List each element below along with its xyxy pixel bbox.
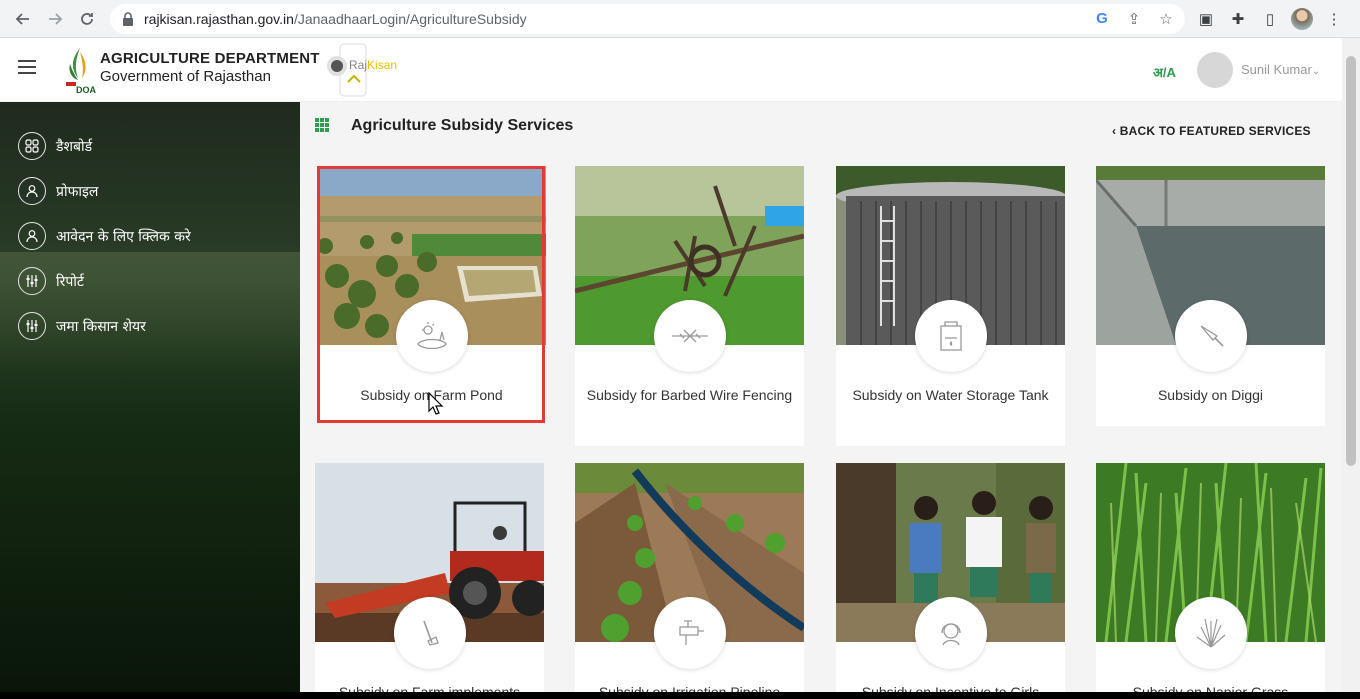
- girl-icon: [915, 597, 987, 669]
- user-avatar[interactable]: [1197, 52, 1233, 88]
- page-title: Agriculture Subsidy Services: [351, 117, 574, 134]
- reload-icon[interactable]: [72, 4, 102, 34]
- user-icon: [18, 222, 46, 250]
- bottom-edge: [0, 692, 1360, 699]
- sidebar-item-label: डैशबोर्ड: [56, 138, 93, 155]
- side-panel-icon[interactable]: ▯: [1259, 8, 1281, 30]
- service-card-diggi[interactable]: Subsidy on Diggi: [1096, 166, 1325, 426]
- google-icon[interactable]: G: [1093, 10, 1111, 28]
- chevron-down-icon: ⌄: [1311, 66, 1321, 77]
- language-toggle[interactable]: अ/A: [1153, 63, 1176, 81]
- sidebar-item-profile[interactable]: प्रोफाइल: [18, 177, 98, 205]
- browser-toolbar: rajkisan.rajasthan.gov.in/JanaadhaarLogi…: [0, 0, 1360, 38]
- trowel-icon: [1175, 300, 1247, 372]
- scrollbar-thumb[interactable]: [1346, 56, 1356, 466]
- rajkisan-wordmark: RajKisan: [349, 58, 398, 72]
- lock-icon: [123, 12, 133, 26]
- extensions-puzzle-icon[interactable]: ✚: [1227, 8, 1249, 30]
- sliders-icon: [18, 312, 46, 340]
- service-card-irrigation-pipeline[interactable]: Subsidy on Irrigation Pipeline: [575, 463, 804, 692]
- water-tank-icon: [915, 300, 987, 372]
- back-arrow-icon[interactable]: [8, 4, 38, 34]
- selection-highlight: [317, 166, 545, 423]
- service-card-title: Subsidy on Water Storage Tank: [852, 387, 1049, 403]
- address-bar[interactable]: rajkisan.rajasthan.gov.in/JanaadhaarLogi…: [110, 4, 1185, 34]
- barbed-wire-icon: [654, 300, 726, 372]
- sidebar-item-report[interactable]: रिपोर्ट: [18, 267, 84, 295]
- service-card-title: Subsidy on Diggi: [1157, 387, 1264, 403]
- service-card-title: Subsidy on Napier Grass: [1132, 684, 1289, 692]
- sidebar-item-apply[interactable]: आवेदन के लिए क्लिक करे: [18, 222, 191, 250]
- hoe-icon: [394, 597, 466, 669]
- sidebar-item-label: आवेदन के लिए क्लिक करे: [56, 228, 191, 245]
- grass-icon: [1175, 597, 1247, 669]
- dashboard-icon: [18, 132, 46, 160]
- service-card-incentive-girls[interactable]: Subsidy on Incentive to Girls: [836, 463, 1065, 692]
- sidebar-item-label: जमा किसान शेयर: [56, 318, 146, 335]
- sliders-icon: [18, 267, 46, 295]
- extension-screen-icon[interactable]: ▣: [1195, 8, 1217, 30]
- pipe-tap-icon: [654, 597, 726, 669]
- user-icon: [18, 177, 46, 205]
- service-card-napier-grass[interactable]: Subsidy on Napier Grass: [1096, 463, 1325, 692]
- main-content: Agriculture Subsidy Services ‹ BACK TO F…: [300, 102, 1342, 692]
- url-text: rajkisan.rajasthan.gov.in/JanaadhaarLogi…: [144, 11, 527, 27]
- site-header: DOA AGRICULTURE DEPARTMENT Government of…: [0, 38, 1342, 102]
- sidebar-item-label: रिपोर्ट: [56, 273, 84, 290]
- svg-text:DOA: DOA: [76, 85, 97, 95]
- sidebar-item-label: प्रोफाइल: [56, 183, 99, 200]
- sidebar: डैशबोर्ड प्रोफाइल आवेदन के लिए क्लिक करे…: [0, 102, 300, 692]
- service-card-title: Subsidy on Irrigation Pipeline: [598, 684, 781, 692]
- mouse-cursor-icon: [428, 392, 444, 415]
- service-card-title: Subsidy on Incentive to Girls: [861, 684, 1040, 692]
- forward-arrow-icon[interactable]: [40, 4, 70, 34]
- hamburger-menu-icon[interactable]: [18, 60, 36, 74]
- back-to-featured-services-link[interactable]: ‹ BACK TO FEATURED SERVICES: [1112, 124, 1311, 138]
- sidebar-item-dashboard[interactable]: डैशबोर्ड: [18, 132, 92, 160]
- user-menu[interactable]: Sunil Kumar⌄: [1241, 62, 1320, 77]
- service-card-title: Subsidy for Barbed Wire Fencing: [586, 387, 793, 403]
- grid-icon: [315, 118, 329, 132]
- service-card-farm-implements[interactable]: Subsidy on Farm implements: [315, 463, 544, 692]
- service-card-title: Subsidy on Farm implements: [338, 684, 521, 692]
- share-icon[interactable]: ⇪: [1125, 10, 1143, 28]
- department-subtitle: Government of Rajasthan: [100, 68, 271, 85]
- profile-avatar-icon[interactable]: [1291, 8, 1313, 30]
- department-title: AGRICULTURE DEPARTMENT: [100, 50, 320, 67]
- menu-dots-icon[interactable]: ⋮: [1323, 8, 1345, 30]
- doa-logo: DOA: [66, 48, 97, 95]
- sidebar-item-share-deposit[interactable]: जमा किसान शेयर: [18, 312, 146, 340]
- service-card-barbed-wire[interactable]: Subsidy for Barbed Wire Fencing: [575, 166, 804, 446]
- service-card-water-tank[interactable]: Subsidy on Water Storage Tank: [836, 166, 1065, 446]
- page-scrollbar[interactable]: [1342, 38, 1360, 692]
- star-icon[interactable]: ☆: [1157, 10, 1175, 28]
